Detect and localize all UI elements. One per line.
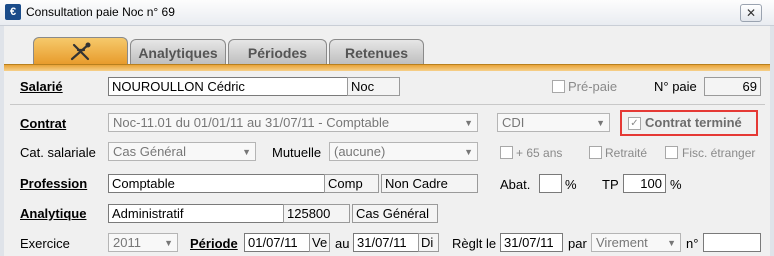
contrat-termine-label: Contrat terminé	[645, 115, 742, 130]
chevron-down-icon: ▼	[596, 118, 605, 128]
prepaie-checkbox[interactable]	[552, 80, 565, 93]
chevron-down-icon: ▼	[242, 147, 251, 157]
app-icon: €	[5, 4, 21, 20]
tab-periodes[interactable]: Périodes	[228, 39, 327, 65]
fisc-etranger-checkbox[interactable]	[665, 146, 678, 159]
retraite-label: Retraité	[605, 146, 648, 160]
prepaie-label: Pré-paie	[568, 79, 618, 94]
analytique-cas-field[interactable]: Cas Général	[352, 204, 438, 223]
mutuelle-value: (aucune)	[334, 144, 386, 159]
contrat-type-select[interactable]: CDI ▼	[497, 113, 610, 132]
mode-paiement-value: Virement	[596, 235, 648, 250]
contrat-label: Contrat	[20, 116, 67, 131]
abat-label: Abat.	[500, 177, 531, 192]
npaie-field[interactable]: 69	[704, 77, 761, 96]
tp-percent: %	[670, 177, 682, 192]
plus65-label: + 65 ans	[516, 146, 563, 160]
profession-field[interactable]: Comptable	[108, 174, 325, 193]
analytique-field[interactable]: Administratif	[108, 204, 284, 223]
separator	[10, 104, 765, 105]
tab-retenues[interactable]: Retenues	[329, 39, 424, 65]
fisc-etranger-label: Fisc. étranger	[682, 146, 756, 160]
contrat-termine-checkbox[interactable]: ✓	[628, 117, 641, 130]
reglt-date-field[interactable]: 31/07/11	[500, 233, 563, 252]
plus65-checkbox[interactable]	[500, 146, 513, 159]
exercice-value: 2011	[113, 235, 141, 250]
salarie-name-field[interactable]: NOUROULLON Cédric	[108, 77, 348, 96]
contrat-type-value: CDI	[502, 115, 525, 130]
main-panel	[4, 71, 770, 256]
salarie-label: Salarié	[20, 79, 63, 94]
exercice-select[interactable]: 2011 ▼	[108, 233, 178, 252]
tab-analytiques[interactable]: Analytiques	[130, 39, 226, 65]
mode-paiement-select[interactable]: Virement ▼	[591, 233, 681, 252]
periode-from-day: Ve	[309, 233, 330, 252]
tp-field[interactable]: 100	[623, 174, 666, 193]
analytique-code-field[interactable]: 125800	[283, 204, 350, 223]
contrat-select-value: Noc-11.01 du 01/01/11 au 31/07/11 - Comp…	[113, 115, 390, 130]
tp-label: TP	[602, 177, 619, 192]
periode-from-field[interactable]: 01/07/11	[244, 233, 310, 252]
cat-salariale-label: Cat. salariale	[20, 145, 96, 160]
cat-salariale-value: Cas Général	[113, 144, 186, 159]
tools-icon	[70, 42, 90, 61]
exercice-label: Exercice	[20, 236, 70, 251]
abat-percent: %	[565, 177, 577, 192]
cat-salariale-select[interactable]: Cas Général ▼	[108, 142, 256, 161]
analytique-label: Analytique	[20, 206, 87, 221]
chevron-down-icon: ▼	[464, 118, 473, 128]
tab-strip	[4, 64, 770, 71]
statut-field[interactable]: Non Cadre	[381, 174, 478, 193]
chevron-down-icon: ▼	[164, 238, 173, 248]
periode-to-field[interactable]: 31/07/11	[353, 233, 419, 252]
abat-field[interactable]	[539, 174, 562, 193]
retraite-checkbox[interactable]	[589, 146, 602, 159]
profession-code-field[interactable]: Comp	[324, 174, 379, 193]
npaie-label: N° paie	[654, 79, 697, 94]
window-title: Consultation paie Noc n° 69	[26, 5, 175, 19]
tab-general[interactable]	[33, 37, 128, 65]
contrat-select[interactable]: Noc-11.01 du 01/01/11 au 31/07/11 - Comp…	[108, 113, 478, 132]
profession-label: Profession	[20, 176, 88, 191]
periode-to-day: Di	[418, 233, 439, 252]
chevron-down-icon: ▼	[667, 238, 676, 248]
periode-label: Période	[190, 236, 238, 251]
close-button[interactable]: ✕	[740, 4, 762, 22]
numero-field[interactable]	[703, 233, 761, 252]
reglt-label: Règlt le	[452, 236, 497, 251]
mutuelle-label: Mutuelle	[272, 145, 322, 160]
au-label: au	[335, 236, 350, 251]
salarie-code-field[interactable]: Noc	[347, 77, 400, 96]
par-label: par	[568, 236, 587, 251]
window-frame-right	[770, 26, 774, 256]
numero-label: n°	[686, 236, 699, 251]
mutuelle-select[interactable]: (aucune) ▼	[329, 142, 478, 161]
chevron-down-icon: ▼	[464, 147, 473, 157]
